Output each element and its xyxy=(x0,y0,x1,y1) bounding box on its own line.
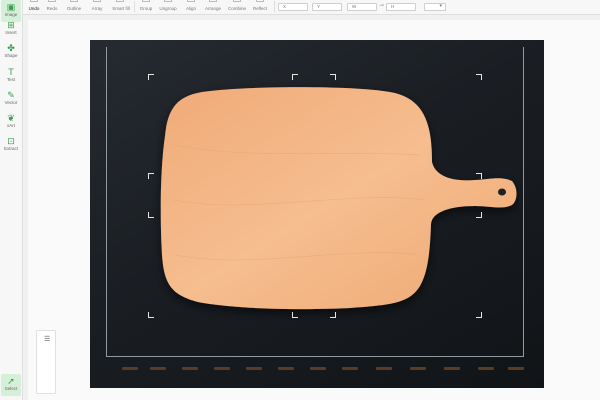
bed-slot xyxy=(478,367,494,370)
outline-icon xyxy=(70,0,78,2)
combine-icon xyxy=(233,0,241,2)
insert-icon: ⊞ xyxy=(7,20,15,30)
bed-slot xyxy=(246,367,262,370)
corner-marker xyxy=(476,312,482,318)
align-icon xyxy=(187,0,195,2)
menu-icon[interactable]: ☰ xyxy=(44,335,50,343)
corner-marker xyxy=(148,212,154,218)
bed-slot xyxy=(342,367,358,370)
bed-slot xyxy=(278,367,294,370)
y-position-field[interactable]: Y xyxy=(312,3,342,11)
corner-marker xyxy=(292,74,298,80)
bed-slot xyxy=(150,367,166,370)
corner-marker xyxy=(330,312,336,318)
corner-marker xyxy=(476,212,482,218)
toolbar-divider xyxy=(274,1,275,12)
lock-ratio-icon[interactable]: ⊸ xyxy=(379,3,385,10)
bed-slot xyxy=(376,367,392,370)
tool-xart[interactable]: ❦ xArt xyxy=(1,111,21,133)
corner-marker xyxy=(292,312,298,318)
shape-icon: ✤ xyxy=(7,43,15,53)
smart-fill-button[interactable]: Smart fill xyxy=(108,0,134,14)
corner-marker xyxy=(148,173,154,179)
ungroup-button[interactable]: Ungroup xyxy=(156,0,180,14)
group-button[interactable]: Group xyxy=(134,0,158,14)
bed-slot xyxy=(122,367,138,370)
undo-icon xyxy=(30,0,38,2)
bed-slot xyxy=(182,367,198,370)
bed-slot xyxy=(444,367,460,370)
corner-marker xyxy=(148,74,154,80)
arrange-button[interactable]: Arrange xyxy=(201,0,225,14)
ungroup-icon xyxy=(164,0,172,2)
align-button[interactable]: Align xyxy=(179,0,203,14)
reflect-icon xyxy=(256,0,264,2)
layers-panel-collapsed[interactable]: ☰ xyxy=(36,330,56,394)
xart-icon: ❦ xyxy=(7,113,15,123)
chevron-down-icon: ▾ xyxy=(439,3,442,9)
width-field[interactable]: W xyxy=(347,3,377,11)
unit-select[interactable]: ▾ xyxy=(424,3,446,11)
outline-button[interactable]: Outline xyxy=(62,0,86,14)
work-area-boundary xyxy=(106,47,524,357)
left-toolbar: ▣ Image ⊞ Insert ✤ Shape T Text ✎ Vector ❦ xAr… xyxy=(0,0,23,400)
reflect-button[interactable]: Reflect xyxy=(248,0,272,14)
tool-insert[interactable]: ⊞ Insert xyxy=(1,18,21,40)
bed-slot xyxy=(508,367,524,370)
group-icon xyxy=(142,0,150,2)
corner-marker xyxy=(148,312,154,318)
tool-extract[interactable]: ⊡ Extract xyxy=(1,134,21,156)
image-icon: ▣ xyxy=(6,2,16,12)
x-position-field[interactable]: X xyxy=(278,3,308,11)
select-icon: ➚ xyxy=(7,376,15,386)
height-field[interactable]: H xyxy=(386,3,416,11)
corner-marker xyxy=(330,74,336,80)
tool-vector[interactable]: ✎ Vector xyxy=(1,88,21,110)
array-button[interactable]: Array xyxy=(85,0,109,14)
smart-fill-icon xyxy=(116,0,124,2)
extract-icon: ⊡ xyxy=(7,136,15,146)
tool-shape[interactable]: ✤ Shape xyxy=(1,41,21,63)
top-toolbar: Undo Redo Outline Array Smart fill Group… xyxy=(0,0,600,15)
combine-button[interactable]: Combine xyxy=(225,0,249,14)
redo-button[interactable]: Redo xyxy=(40,0,64,14)
bed-slot xyxy=(310,367,326,370)
redo-icon xyxy=(48,0,56,2)
array-icon xyxy=(93,0,101,2)
bed-slot xyxy=(410,367,426,370)
arrange-icon xyxy=(209,0,217,2)
tool-select[interactable]: ➚ Select xyxy=(1,374,21,396)
corner-marker xyxy=(476,173,482,179)
vector-icon: ✎ xyxy=(7,90,15,100)
text-icon: T xyxy=(8,67,14,77)
tool-text[interactable]: T Text xyxy=(1,65,21,87)
bed-slot xyxy=(214,367,230,370)
corner-marker xyxy=(476,74,482,80)
